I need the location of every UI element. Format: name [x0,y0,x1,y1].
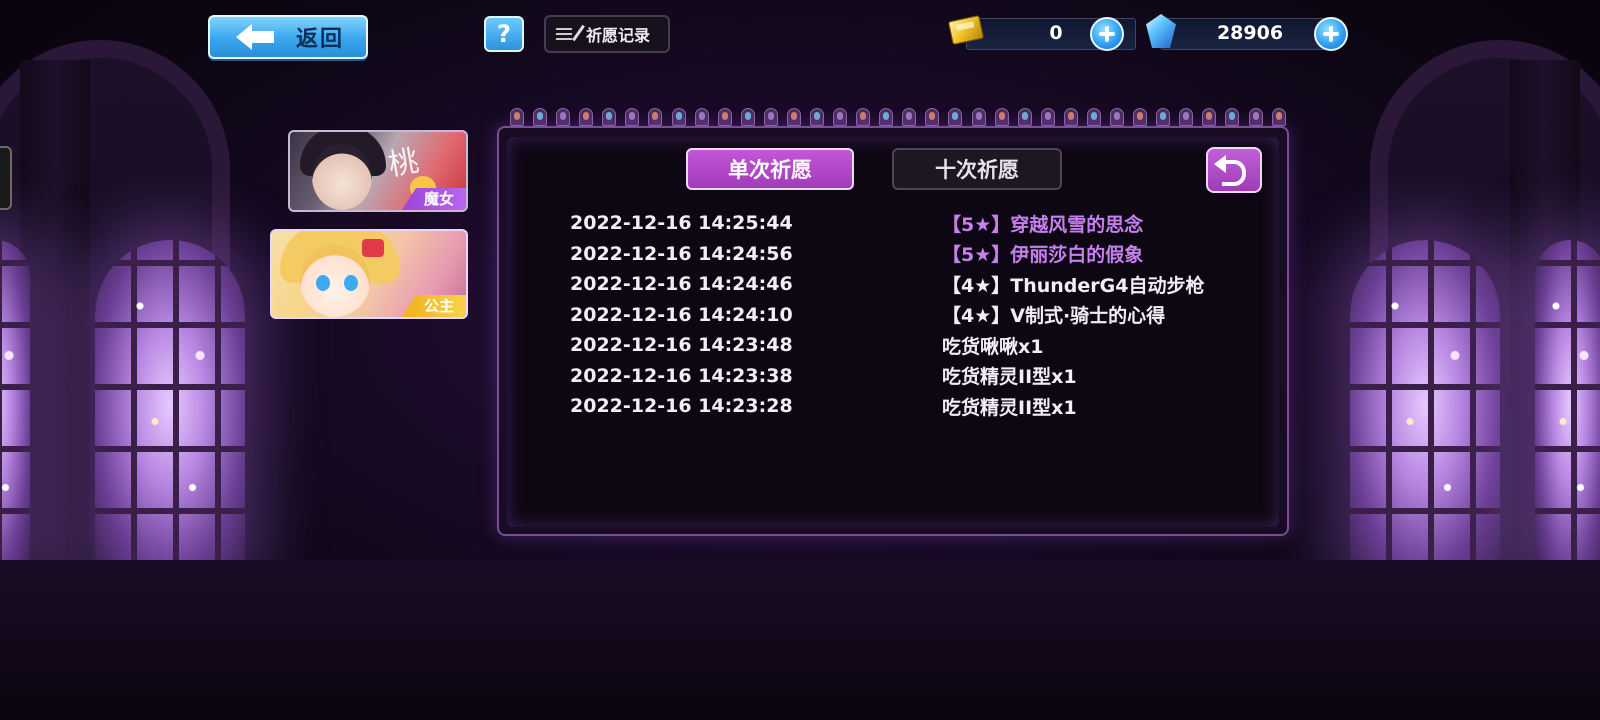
back-arrow-icon [236,24,276,50]
tab-ten-wish[interactable]: 十次祈愿 [892,148,1062,190]
ornament-stud [1179,108,1194,126]
add-gold-button[interactable] [1090,17,1124,51]
list-item: 2022-12-16 14:24:56 【5★】伊丽莎白的假象 [570,239,1250,270]
ornament-stud [1040,108,1055,126]
ornament-stud [556,108,571,126]
ornament-stud [994,108,1009,126]
ornament-stud [602,108,617,126]
return-arrow-icon[interactable] [1206,147,1262,193]
record-item: 【4★】V制式·骑士的心得 [942,305,1166,328]
character-tag: 公主 [401,295,466,317]
ornament-stud [1086,108,1101,126]
ornament-stud [717,108,732,126]
ornament-stud [1225,108,1240,126]
ornament-stud [533,108,548,126]
ornament-stud [948,108,963,126]
back-button[interactable]: 返回 [208,15,368,59]
stained-glass-window [1535,240,1600,570]
character-card-princess[interactable]: 公主 [270,229,468,319]
record-time: 2022-12-16 14:24:46 [570,273,793,296]
character-portrait [312,144,372,210]
ornament-stud [1271,108,1286,126]
ornament-stud [902,108,917,126]
record-item: 吃货啾啾x1 [942,335,1044,358]
ornament-stud [1248,108,1263,126]
ornament-stud [786,108,801,126]
ornament-stud [833,108,848,126]
ornament-stud [971,108,986,126]
list-item: 2022-12-16 14:23:28 吃货精灵II型x1 [570,391,1250,422]
record-time: 2022-12-16 14:24:56 [570,242,793,265]
record-time: 2022-12-16 14:25:44 [570,212,793,235]
tab-label: 单次祈愿 [728,158,812,182]
list-item: 2022-12-16 14:24:10 【4★】V制式·骑士的心得 [570,300,1250,331]
gem-currency-bar: 28906 [1160,18,1330,50]
pillar [20,60,90,620]
record-item: 【4★】ThunderG4自动步枪 [942,274,1205,297]
record-time: 2022-12-16 14:23:48 [570,334,793,357]
list-item: 2022-12-16 14:25:44 【5★】穿越风雪的思念 [570,208,1250,239]
ornament-stud [1202,108,1217,126]
help-button[interactable]: ? [484,16,524,52]
tab-single-wish[interactable]: 单次祈愿 [686,148,854,190]
gem-amount: 28906 [1216,22,1284,44]
ornament-stud [1017,108,1032,126]
tab-label: 十次祈愿 [935,158,1019,182]
back-button-label: 返回 [296,27,345,52]
record-item: 【5★】穿越风雪的思念 [942,213,1144,236]
ornament-stud [625,108,640,126]
record-time: 2022-12-16 14:23:28 [570,395,793,418]
character-portrait [300,245,370,317]
record-time: 2022-12-16 14:23:38 [570,364,793,387]
stained-glass-window [95,240,245,570]
wish-record-list: 2022-12-16 14:25:44 【5★】穿越风雪的思念 2022-12-… [570,208,1250,422]
ornament-stud [1156,108,1171,126]
ornament-stud [1110,108,1125,126]
hair-bow [362,239,384,257]
ornament-stud [810,108,825,126]
record-item: 吃货精灵II型x1 [942,366,1077,389]
ornament-stud [1063,108,1078,126]
screen-edge-handle [0,146,12,210]
ornament-stud [671,108,686,126]
stained-glass-window [0,240,30,570]
blue-crystal-icon [1140,12,1182,52]
record-item: 吃货精灵II型x1 [942,396,1077,419]
floor [0,560,1600,720]
ornament-stud [740,108,755,126]
record-time: 2022-12-16 14:24:10 [570,303,793,326]
ornament-stud [763,108,778,126]
ornament-stud [856,108,871,126]
ornament-stud [925,108,940,126]
stained-glass-window [1350,240,1500,570]
record-item: 【5★】伊丽莎白的假象 [942,244,1144,267]
ornament-stud [510,108,524,126]
ornament-stud [579,108,594,126]
ornament-stud [1133,108,1148,126]
quill-scroll-icon [554,24,578,44]
ornament-stud [694,108,709,126]
wish-record-button[interactable]: 祈愿记录 [544,15,670,53]
ornament-stud [648,108,663,126]
list-item: 2022-12-16 14:24:46 【4★】ThunderG4自动步枪 [570,269,1250,300]
add-gem-button[interactable] [1314,17,1348,51]
wish-record-label: 祈愿记录 [586,26,651,45]
ornament-stud [879,108,894,126]
gold-ticket-icon [946,12,988,52]
list-item: 2022-12-16 14:23:38 吃货精灵II型x1 [570,361,1250,392]
character-card-witch[interactable]: 桃 魔女 [288,130,468,212]
list-item: 2022-12-16 14:23:48 吃货啾啾x1 [570,330,1250,361]
question-mark-icon: ? [497,20,511,48]
